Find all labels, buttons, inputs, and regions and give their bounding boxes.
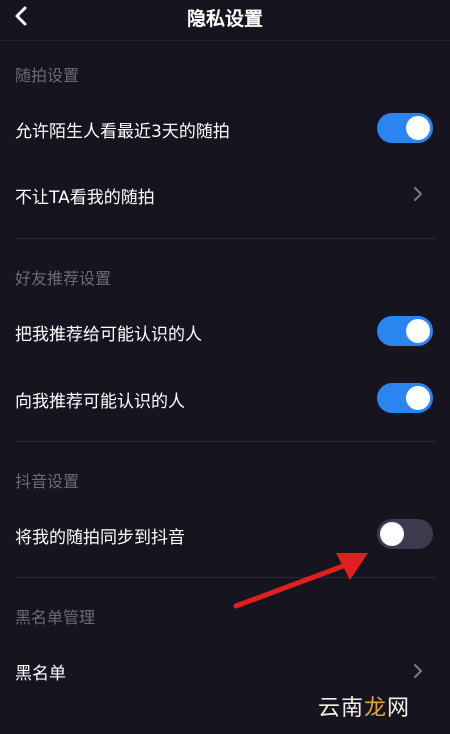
allow-strangers-toggle[interactable]: [377, 113, 433, 143]
blacklist-row-label[interactable]: 黑名单: [15, 659, 66, 684]
section-divider: [15, 441, 435, 442]
watermark-part3: 网: [387, 696, 411, 721]
hide-from-row-label[interactable]: 不让TA看我的随拍: [15, 183, 155, 208]
recommend-me-label: 把我推荐给可能认识的人: [15, 325, 202, 345]
section-title-friend-recommend: 好友推荐设置: [15, 269, 112, 288]
recommend-to-me-label: 向我推荐可能认识的人: [15, 392, 185, 412]
section-divider: [15, 238, 435, 239]
section-title-random-shot: 随拍设置: [15, 66, 80, 85]
navigation-header: 隐私设置: [0, 0, 450, 41]
recommend-to-me-toggle[interactable]: [377, 383, 433, 413]
toggle-knob: [406, 319, 430, 343]
recommend-me-toggle[interactable]: [377, 316, 433, 346]
watermark-part1: 云南: [318, 696, 365, 721]
chevron-right-icon[interactable]: [411, 186, 425, 202]
toggle-knob: [380, 522, 404, 546]
annotation-arrow-icon: [233, 553, 368, 609]
watermark-logo: 云南龙网: [318, 690, 410, 722]
section-title-douyin: 抖音设置: [15, 472, 80, 491]
sync-douyin-toggle[interactable]: [377, 519, 433, 549]
chevron-right-icon[interactable]: [411, 663, 425, 679]
watermark-part2: 龙: [364, 696, 388, 721]
page-title: 隐私设置: [186, 8, 263, 30]
sync-douyin-label: 将我的随拍同步到抖音: [15, 528, 185, 548]
toggle-knob: [406, 386, 430, 410]
allow-strangers-label: 允许陌生人看最近3天的随拍: [15, 122, 230, 142]
section-title-blacklist: 黑名单管理: [15, 608, 96, 627]
toggle-knob: [406, 116, 430, 140]
